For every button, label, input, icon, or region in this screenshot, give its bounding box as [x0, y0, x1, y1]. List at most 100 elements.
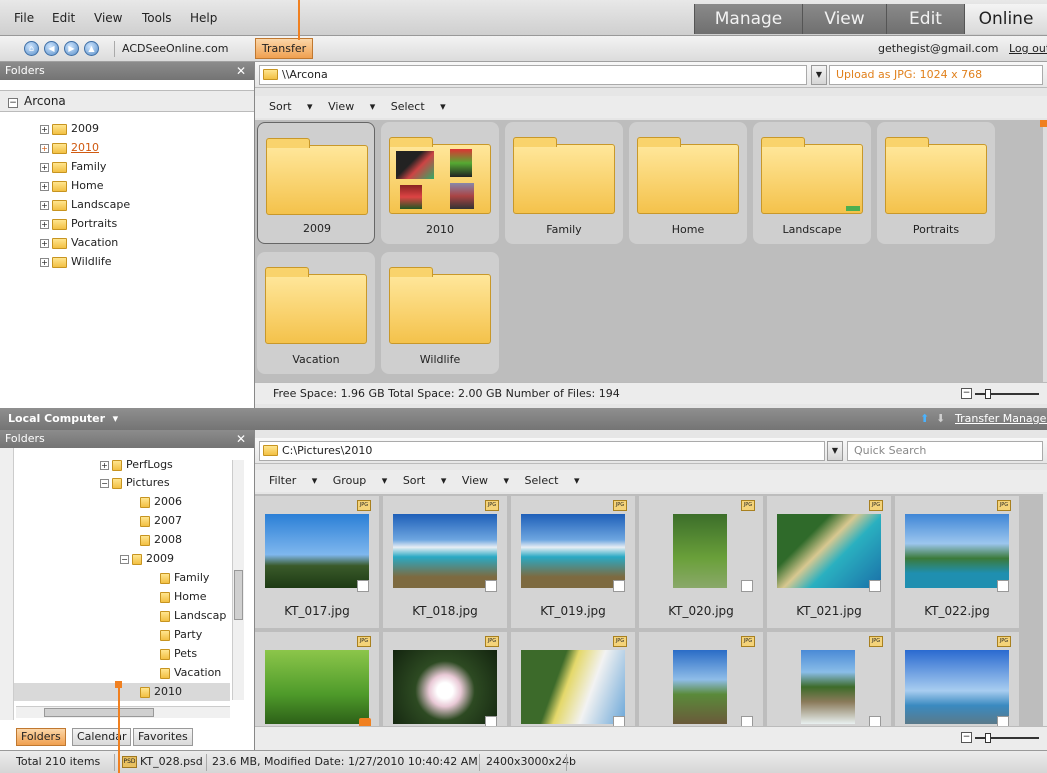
scrollbar[interactable] [1043, 120, 1047, 382]
tree-item-perflogs[interactable]: + PerfLogs [100, 456, 173, 474]
filter-menu[interactable]: Filter ▾ [269, 474, 317, 487]
forward-icon[interactable]: ▶ [64, 41, 79, 56]
view-menu[interactable]: View ▾ [462, 474, 509, 487]
image-cell[interactable]: JPG KT_022.jpg [895, 496, 1019, 628]
select-checkbox[interactable] [485, 580, 497, 592]
chevron-down-icon[interactable]: ▼ [811, 65, 827, 85]
arrow-up-icon[interactable]: ⬆ [920, 408, 929, 430]
tree-item-pictures[interactable]: − Pictures [100, 474, 170, 492]
select-checkbox[interactable] [869, 580, 881, 592]
transfer-manager-link[interactable]: Transfer Manager [955, 408, 1047, 430]
plus-icon[interactable]: + [40, 238, 49, 248]
select-checkbox[interactable] [613, 580, 625, 592]
tree-item-2010-local[interactable]: 2010 [14, 683, 230, 701]
tree-item-family[interactable]: + Family [40, 158, 106, 176]
select-checkbox[interactable] [613, 716, 625, 726]
mode-view[interactable]: View [802, 4, 886, 34]
minus-icon[interactable]: − [961, 388, 972, 399]
select-menu[interactable]: Select ▾ [525, 474, 580, 487]
slider-thumb[interactable] [985, 389, 991, 399]
tab-folders[interactable]: Folders [16, 728, 66, 746]
root-row[interactable]: − Arcona [0, 90, 254, 112]
folder-family[interactable]: Family [505, 122, 623, 244]
tree-item-vacation[interactable]: + Vacation [40, 234, 118, 252]
chevron-down-icon[interactable]: ▼ [827, 441, 843, 461]
group-menu[interactable]: Group ▾ [333, 474, 388, 487]
tree-item-2006[interactable]: 2006 [140, 493, 182, 511]
tree-item-portraits[interactable]: + Portraits [40, 215, 117, 233]
slider-thumb[interactable] [985, 733, 991, 743]
image-cell[interactable]: JPG KT_020.jpg [639, 496, 763, 628]
menu-file[interactable]: File [14, 11, 34, 25]
tree-item-2007[interactable]: 2007 [140, 512, 182, 530]
tree-item-home[interactable]: + Home [40, 177, 103, 195]
h-scrollbar[interactable] [16, 706, 230, 718]
menu-tools[interactable]: Tools [142, 11, 172, 25]
plus-icon[interactable]: + [40, 162, 49, 172]
plus-icon[interactable]: + [40, 257, 49, 267]
tree-item-wildlife[interactable]: + Wildlife [40, 253, 111, 271]
select-checkbox[interactable] [485, 716, 497, 726]
chevron-down-icon[interactable]: ▾ [113, 412, 119, 425]
select-checkbox[interactable] [869, 716, 881, 726]
select-checkbox[interactable] [997, 580, 1009, 592]
plus-icon[interactable]: + [40, 181, 49, 191]
mode-manage[interactable]: Manage [694, 4, 802, 34]
tree-item-2010[interactable]: +2010 [40, 139, 99, 157]
tree-item-2009[interactable]: +2009 [40, 120, 99, 138]
folder-home[interactable]: Home [629, 122, 747, 244]
select-menu[interactable]: Select ▾ [391, 100, 446, 113]
tab-favorites[interactable]: Favorites [133, 728, 193, 746]
minus-icon[interactable]: − [961, 732, 972, 743]
check-badge[interactable] [359, 718, 371, 726]
image-cell[interactable]: JPG KT_019.jpg [511, 496, 635, 628]
select-checkbox[interactable] [357, 580, 369, 592]
folder-landscape[interactable]: Landscape [753, 122, 871, 244]
zoom-slider[interactable]: − [961, 388, 1041, 400]
plus-icon[interactable]: + [40, 200, 49, 210]
image-cell[interactable]: JPG [767, 632, 891, 726]
scrollbar[interactable] [232, 460, 244, 700]
scroll-thumb[interactable] [44, 708, 154, 717]
minus-icon[interactable]: − [120, 554, 129, 564]
plus-icon[interactable]: + [40, 124, 49, 134]
minus-icon[interactable]: − [100, 478, 109, 488]
tree-item-landscape-local[interactable]: Landscap [160, 607, 226, 625]
plus-icon[interactable]: + [40, 143, 49, 153]
tree-item-pets[interactable]: Pets [160, 645, 197, 663]
close-icon[interactable]: ✕ [236, 430, 246, 448]
tree-item-family-local[interactable]: Family [160, 569, 209, 587]
menu-view[interactable]: View [94, 11, 122, 25]
image-cell[interactable]: JPG KT_017.jpg [255, 496, 379, 628]
folder-2010[interactable]: 2010 [381, 122, 499, 244]
menu-help[interactable]: Help [190, 11, 217, 25]
folder-wildlife[interactable]: Wildlife [381, 252, 499, 374]
image-cell[interactable]: JPG [895, 632, 1019, 726]
image-cell[interactable]: JPG KT_021.jpg [767, 496, 891, 628]
arrow-down-icon[interactable]: ⬇ [936, 408, 945, 430]
image-cell[interactable]: JPG [639, 632, 763, 726]
tree-item-2008[interactable]: 2008 [140, 531, 182, 549]
logout-link[interactable]: Log out [1009, 42, 1047, 55]
top-path-field[interactable]: \\Arcona [259, 65, 807, 85]
transfer-button[interactable]: Transfer [255, 38, 313, 59]
view-menu[interactable]: View ▾ [328, 100, 375, 113]
scroll-thumb[interactable] [234, 570, 243, 620]
tree-item-2009-local[interactable]: − 2009 [120, 550, 174, 568]
tab-calendar[interactable]: Calendar [72, 728, 132, 746]
tree-item-home-local[interactable]: Home [160, 588, 206, 606]
search-input[interactable]: Quick Search [847, 441, 1043, 461]
tree-item-party[interactable]: Party [160, 626, 202, 644]
sort-menu[interactable]: Sort ▾ [269, 100, 313, 113]
folder-portraits[interactable]: Portraits [877, 122, 995, 244]
plus-icon[interactable]: + [100, 460, 109, 470]
back-icon[interactable]: ◀ [44, 41, 59, 56]
mode-online[interactable]: Online [964, 4, 1047, 34]
select-checkbox[interactable] [741, 580, 753, 592]
sort-menu[interactable]: Sort ▾ [403, 474, 447, 487]
image-cell[interactable]: JPG [255, 632, 379, 726]
mode-edit[interactable]: Edit [886, 4, 964, 34]
menu-edit[interactable]: Edit [52, 11, 75, 25]
folder-vacation[interactable]: Vacation [257, 252, 375, 374]
minus-icon[interactable]: − [8, 98, 18, 108]
